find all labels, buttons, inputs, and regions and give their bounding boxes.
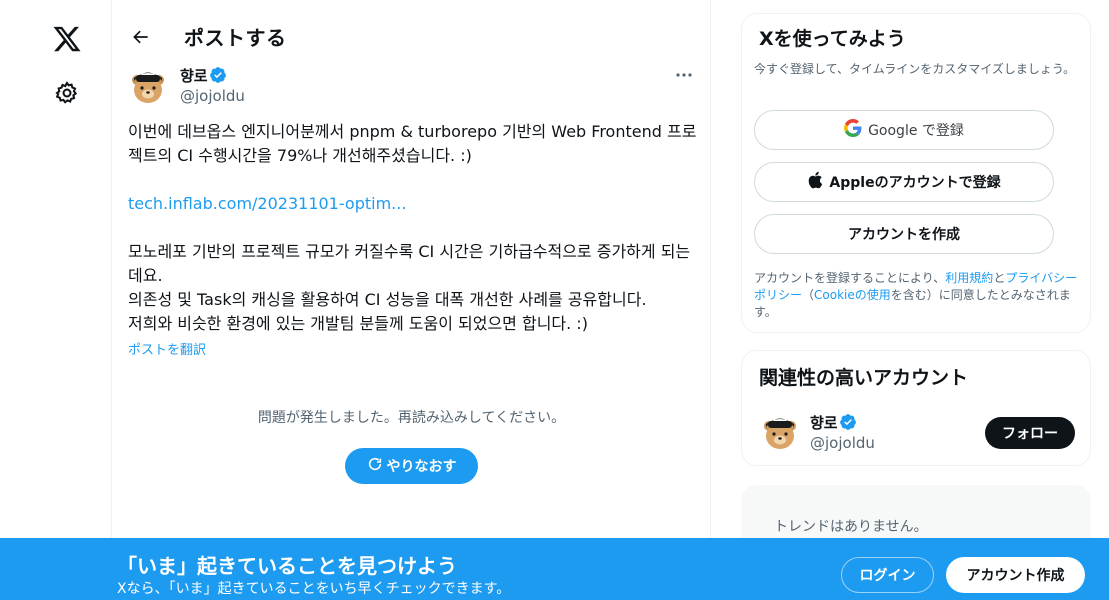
related-account-handle[interactable]: @jojoldu — [810, 434, 875, 452]
translate-link[interactable]: ポストを翻訳 — [128, 339, 206, 358]
retry-label: やりなおす — [386, 459, 457, 475]
create-account-button[interactable]: アカウントを作成 — [754, 214, 1054, 254]
x-logo-icon[interactable] — [52, 24, 82, 54]
login-button[interactable]: ログイン — [841, 557, 934, 593]
trends-empty-message: トレンドはありません。 — [774, 519, 928, 535]
post-text-line: 젝트의 CI 수행시간을 79%나 개선해주셨습니다. :) — [128, 146, 472, 165]
apple-signup-button[interactable]: Appleのアカウントで登録 — [754, 162, 1054, 202]
avatar[interactable] — [760, 412, 800, 452]
gear-icon[interactable] — [54, 80, 80, 106]
signup-banner: 「いま」起きていることを見つけよう Xなら、「いま」起きていることをいち早くチェ… — [0, 538, 1109, 600]
terms-link[interactable]: 利用規約 — [945, 271, 993, 285]
header: ポストする — [112, 0, 711, 72]
signup-card: Xを使ってみよう 今すぐ登録して、タイムラインをカスタマイズしましょう。 Goo… — [741, 13, 1091, 333]
terms-text: アカウントを登録することにより、利用規約とプライバシーポリシー（Cookieの使… — [754, 271, 1078, 319]
post-text-line: 이번에 데브옵스 엔지니어분께서 pnpm & turborepo 기반의 We… — [128, 122, 697, 141]
signup-card-title: Xを使ってみよう — [759, 28, 906, 50]
error-message: 問題が発生しました。再読み込みしてください。 — [257, 410, 566, 426]
google-signup-button[interactable]: Google で登録 — [754, 110, 1054, 150]
post-text-line: 의존성 및 Task의 캐싱을 활용하여 CI 성능을 대폭 개선한 사례를 공… — [128, 290, 647, 309]
google-signup-label: Google で登録 — [868, 123, 964, 139]
post-text-line: 저희와 비슷한 환경에 있는 개발팀 분들께 도움이 되었으면 합니다. :) — [128, 314, 588, 333]
signup-card-subtitle: 今すぐ登録して、タイムラインをカスタマイズしましょう。 — [754, 62, 1076, 76]
avatar[interactable] — [128, 66, 168, 106]
post-link[interactable]: tech.inflab.com/20231101-optim... — [128, 192, 698, 216]
verified-badge-icon — [209, 66, 227, 84]
related-card-title: 関連性の高いアカウント — [759, 367, 969, 389]
retry-button[interactable]: やりなおす — [345, 448, 478, 484]
banner-subtitle: Xなら、「いま」起きていることをいち早くチェックできます。 — [117, 581, 511, 597]
left-nav — [0, 0, 112, 600]
refresh-icon — [367, 456, 383, 476]
page-title: ポストする — [184, 26, 287, 50]
author-handle[interactable]: @jojoldu — [180, 87, 245, 105]
banner-signup-button[interactable]: アカウント作成 — [946, 557, 1085, 593]
apple-signup-label: Appleのアカウントで登録 — [829, 175, 1001, 191]
post-text-line: 데요. — [128, 266, 163, 285]
author-name[interactable]: 향로 — [180, 65, 208, 86]
arrow-left-icon[interactable] — [126, 22, 156, 52]
post-text-line: 모노레포 기반의 프로젝트 규모가 커질수록 CI 시간은 기하급수적으로 증가… — [128, 242, 691, 261]
related-account-name[interactable]: 향로 — [810, 412, 838, 433]
follow-button[interactable]: フォロー — [985, 417, 1075, 449]
banner-title: 「いま」起きていることを見つけよう — [117, 554, 457, 578]
post-text: 이번에 데브옵스 엔지니어분께서 pnpm & turborepo 기반의 We… — [128, 120, 698, 336]
main-column: ポストする 향로 @jojoldu 이번에 데브옵스 엔지니어분께서 pnpm … — [112, 0, 711, 600]
verified-badge-icon — [839, 413, 857, 431]
apple-icon — [807, 171, 823, 193]
cookie-link[interactable]: Cookieの使用 — [814, 288, 891, 302]
related-accounts-card: 関連性の高いアカウント 향로 @jojoldu フォロー — [741, 350, 1091, 466]
google-icon — [844, 119, 862, 141]
more-horizontal-icon[interactable] — [672, 66, 696, 84]
